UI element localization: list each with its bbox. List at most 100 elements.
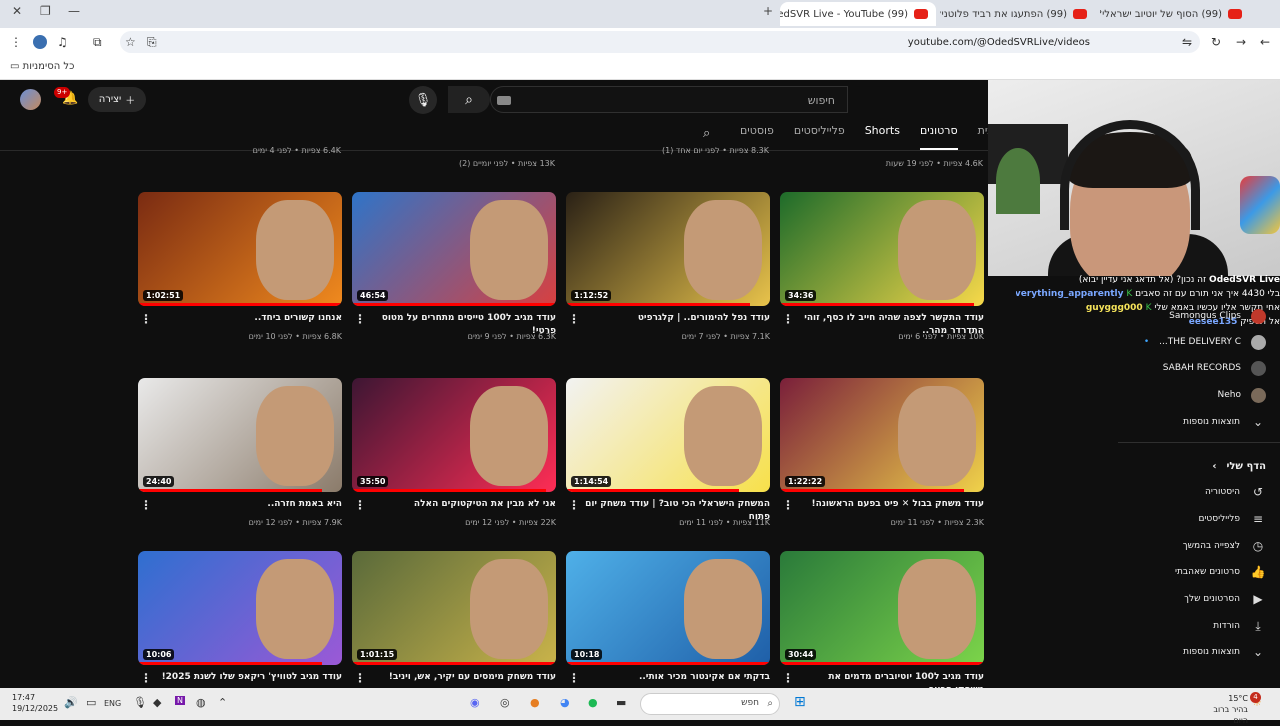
video-card[interactable]: 1:12:52 עודד נפל להימורים.. | קלגרפיט 7.1K… <box>566 192 770 367</box>
tray-app-icon[interactable]: ◍ <box>196 696 206 709</box>
browser-tab[interactable]: (99) הסוף של יוטיוב ישראלי? (נש✕ <box>1100 2 1250 26</box>
network-icon[interactable]: ▭ <box>86 696 96 709</box>
video-card[interactable]: 35:50 אני לא מבין את הטיקטוקים האלה 22K צפ… <box>352 378 556 553</box>
back-icon[interactable]: ← <box>1260 35 1270 49</box>
windows-start-icon[interactable]: ⊞ <box>794 694 806 710</box>
video-thumbnail[interactable]: 10:18 <box>566 551 770 665</box>
video-thumbnail[interactable]: 24:40 <box>138 378 342 492</box>
tray-chevron-icon[interactable]: ⌃ <box>218 696 227 709</box>
video-thumbnail[interactable]: 1:22:22 <box>780 378 984 492</box>
menu-dots-icon[interactable]: ⋮ <box>10 35 22 49</box>
sidebar-item-liked[interactable]: 👍 סרטונים שאהבתי <box>1126 562 1266 582</box>
channel-search-icon[interactable]: ⌕ <box>703 126 710 141</box>
subscription-item[interactable]: THE DELIVERY C... • <box>1126 332 1266 352</box>
video-thumbnail[interactable]: 46:54 <box>352 192 556 306</box>
more-actions-icon[interactable]: ⋮ <box>354 498 366 512</box>
site-settings-icon[interactable]: ⇋ <box>1182 35 1192 49</box>
video-thumbnail[interactable]: 1:14:54 <box>566 378 770 492</box>
more-actions-icon[interactable]: ⋮ <box>354 671 366 685</box>
video-title[interactable]: אני לא מבין את הטיקטוקים האלה <box>371 498 556 511</box>
search-button[interactable]: ⌕ <box>448 86 490 113</box>
app-icon[interactable]: ● <box>530 696 540 709</box>
video-thumbnail[interactable]: 30:44 <box>780 551 984 665</box>
sidebar-item-playlists[interactable]: ≡ פלייליסטים <box>1126 509 1266 529</box>
browser-tab-active[interactable]: (99) OdedSVR Live - YouTube✕ <box>780 2 936 26</box>
video-thumbnail[interactable]: 34:36 <box>780 192 984 306</box>
mic-icon[interactable]: 🎙 <box>409 86 437 114</box>
video-card[interactable]: 1:02:51 אנחנו קשורים ביחד.. 6.8K צפיות • ל… <box>138 192 342 367</box>
video-thumbnail[interactable]: 1:02:51 <box>138 192 342 306</box>
video-card[interactable]: 10:18 בדקתי אם אקינטור מכיר אותי.. ⋮ <box>566 551 770 688</box>
more-actions-icon[interactable]: ⋮ <box>568 671 580 685</box>
tab-videos[interactable]: סרטונים <box>919 124 958 150</box>
discord-icon[interactable]: ◉ <box>470 696 480 709</box>
video-title[interactable]: עודד מגיב לטוויץ' ריקאפ שלו לשנת 2025! <box>157 671 342 684</box>
chrome-icon[interactable]: ◕ <box>560 696 570 709</box>
video-title[interactable]: עודד מגיב ל100 יוטיוברים מדמים את משחקי … <box>799 671 984 688</box>
more-actions-icon[interactable]: ⋮ <box>782 671 794 685</box>
video-title[interactable]: בדקתי אם אקינטור מכיר אותי.. <box>585 671 770 684</box>
forward-icon[interactable]: → <box>1236 35 1246 49</box>
restore-window-icon[interactable]: ❐ <box>40 4 51 18</box>
you-header[interactable]: הדף שלי › <box>1126 456 1266 476</box>
video-thumbnail[interactable]: 10:06 <box>138 551 342 665</box>
video-title[interactable]: אנחנו קשורים ביחד.. <box>157 312 342 325</box>
sidebar-item-more[interactable]: ⌄ תוצאות נוספות <box>1126 642 1266 662</box>
more-actions-icon[interactable]: ⋮ <box>782 312 794 326</box>
more-actions-icon[interactable]: ⋮ <box>568 498 580 512</box>
new-tab-icon[interactable]: + <box>763 4 773 18</box>
more-actions-icon[interactable]: ⋮ <box>140 312 152 326</box>
sidebar-item-downloads[interactable]: ⤓ הורדות <box>1126 616 1266 636</box>
subscription-item[interactable]: SABAH RECORDS <box>1126 358 1266 378</box>
show-more-subs[interactable]: ⌄ תוצאות נוספות <box>1126 412 1266 432</box>
minimize-window-icon[interactable]: — <box>68 4 80 18</box>
tab-playlists[interactable]: פלייליסטים <box>794 124 845 150</box>
more-actions-icon[interactable]: ⋮ <box>140 498 152 512</box>
bookmark-star-icon[interactable]: ☆ <box>125 35 136 49</box>
create-button[interactable]: ＋ יצירה <box>88 87 146 112</box>
video-title[interactable]: עודד משחק בבול ✕ פיט בפעם הראשונה! <box>799 498 984 511</box>
video-thumbnail[interactable]: 1:12:52 <box>566 192 770 306</box>
install-app-icon[interactable]: ⎘ <box>147 35 157 50</box>
taskbar-search-input[interactable]: חפש ⌕ <box>640 693 780 715</box>
sidebar-item-watch-later[interactable]: ◷ לצפייה בהמשך <box>1126 536 1266 556</box>
video-card[interactable]: 1:14:54 המשחק הישראלי הכי טוב? | עודד משח… <box>566 378 770 553</box>
extensions-icon[interactable]: ⧉ <box>93 35 102 50</box>
more-actions-icon[interactable]: ⋮ <box>354 312 366 326</box>
app-icon[interactable]: ◎ <box>500 696 510 709</box>
tab-shorts[interactable]: Shorts <box>865 124 900 150</box>
search-input[interactable]: חיפוש <box>490 86 848 113</box>
spotify-icon[interactable]: ● <box>588 696 598 709</box>
onenote-icon[interactable]: N <box>175 696 185 705</box>
weather-widget[interactable]: 15°C בהיר ברוב היום <box>1198 693 1248 726</box>
video-card[interactable]: 10:06 עודד מגיב לטוויץ' ריקאפ שלו לשנת 20… <box>138 551 342 688</box>
tray-app-icon[interactable]: ◆ <box>153 696 161 709</box>
volume-icon[interactable]: 🔊 <box>64 696 78 709</box>
profile-avatar[interactable] <box>33 35 47 49</box>
subscription-item[interactable]: Samongus Clips <box>1126 306 1266 326</box>
sidebar-item-history[interactable]: ↺ היסטוריה <box>1126 482 1266 502</box>
video-title[interactable]: עודד משחק מימסים עם יקיר, אש, ויניב! <box>371 671 556 684</box>
video-card[interactable]: 24:40 היא באמת חזרה.. 7.9K צפיות • לפני 12… <box>138 378 342 553</box>
video-title[interactable]: עודד נפל להימורים.. | קלגרפיט <box>585 312 770 325</box>
more-actions-icon[interactable]: ⋮ <box>140 671 152 685</box>
avatar[interactable] <box>20 89 41 110</box>
subscription-item[interactable]: Neho <box>1126 385 1266 405</box>
file-explorer-icon[interactable]: ▬ <box>616 696 626 709</box>
language-indicator[interactable]: ENG <box>104 699 121 708</box>
more-actions-icon[interactable]: ⋮ <box>782 498 794 512</box>
video-card[interactable]: 1:01:15 עודד משחק מימסים עם יקיר, אש, וינ… <box>352 551 556 688</box>
url-field[interactable]: ☆ ⎘ youtube.com/@OdedSVRLive/videos ⇋ <box>120 31 1200 53</box>
video-card[interactable]: 46:54 עודד מגיב ל100 טייסים מתחרים על מטו… <box>352 192 556 367</box>
video-card[interactable]: 34:36 עודד התקשר לצפה שהיה חייב לו כסף, ז… <box>780 192 984 367</box>
video-card[interactable]: 30:44 עודד מגיב ל100 יוטיוברים מדמים את מ… <box>780 551 984 688</box>
browser-tab[interactable]: (99) הפתעגו את רביד פלוטניק :✕ <box>940 2 1095 26</box>
keyboard-icon[interactable] <box>497 96 511 105</box>
all-bookmarks-link[interactable]: כל הסימניות ▭ <box>10 61 74 72</box>
mic-tray-icon[interactable]: 🎙 <box>133 696 147 709</box>
close-window-icon[interactable]: ✕ <box>12 4 22 18</box>
sidebar-item-your-videos[interactable]: ▶ הסרטונים שלך <box>1126 589 1266 609</box>
video-thumbnail[interactable]: 35:50 <box>352 378 556 492</box>
media-icon[interactable]: ♫ <box>57 35 68 49</box>
video-card[interactable]: 1:22:22 עודד משחק בבול ✕ פיט בפעם הראשונה… <box>780 378 984 553</box>
